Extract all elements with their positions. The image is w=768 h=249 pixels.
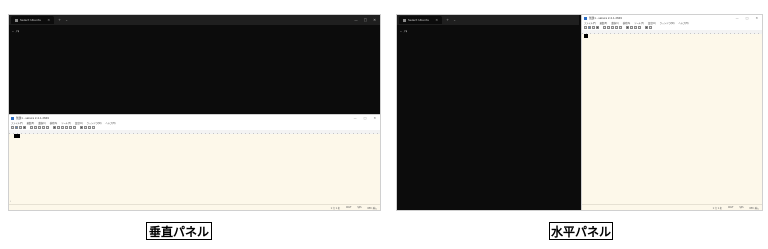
save-as-icon[interactable] (596, 26, 599, 29)
replace-icon[interactable] (634, 26, 637, 29)
editor-window-title: 無題1 - sakura 2.4.1.2849 (589, 17, 622, 20)
maximize-button[interactable]: □ (364, 18, 367, 22)
editor-text-area[interactable] (9, 134, 380, 205)
editor-pane-right[interactable]: 無題1 - sakura 2.4.1.2849 — □ ✕ ファイル(F) 編集… (581, 15, 762, 210)
status-position: 1 行 1 桁 (330, 206, 340, 210)
maximize-button[interactable]: □ (364, 116, 367, 120)
help-icon[interactable] (92, 126, 95, 129)
find-next-icon[interactable] (57, 126, 60, 129)
terminal-tab[interactable]: Select Ubuntu × (11, 16, 55, 24)
terminal-titlebar: Select Ubuntu × + ⌄ (397, 15, 579, 25)
terminal-tab[interactable]: Select Ubuntu × (399, 16, 443, 24)
open-file-icon[interactable] (588, 26, 591, 29)
chevron-down-icon[interactable]: ⌄ (65, 18, 68, 22)
new-file-icon[interactable] (584, 26, 587, 29)
vertical-panel-screenshot: Select Ubuntu × + ⌄ — □ ✕ ~ /$ 無題1 - sak… (8, 14, 381, 211)
status-line-end: CRLF (345, 206, 352, 209)
editor-window-title: 無題1 - sakura 2.4.1.2849 (16, 117, 49, 120)
status-line-end: CRLF (727, 206, 734, 209)
terminal-icon (403, 18, 406, 22)
jump-icon[interactable] (73, 126, 76, 129)
horizontal-panel-screenshot: Select Ubuntu × + ⌄ ~ /$ 無題1 - sakura 2.… (396, 14, 763, 211)
caption-horizontal-panel: 水平パネル (549, 222, 613, 240)
sakura-app-icon (584, 16, 587, 20)
open-file-icon[interactable] (15, 126, 18, 129)
compare-icon[interactable] (84, 126, 87, 129)
status-position: 1 行 1 桁 (712, 206, 722, 210)
editor-window-controls: — □ ✕ (354, 116, 380, 120)
grep-icon[interactable] (69, 126, 72, 129)
undo-icon[interactable] (30, 126, 33, 129)
close-button[interactable]: ✕ (373, 18, 376, 22)
settings-icon[interactable] (649, 26, 652, 29)
chevron-down-icon[interactable]: ⌄ (453, 18, 456, 22)
new-tab-button[interactable]: + (446, 18, 449, 22)
text-caret (584, 34, 588, 38)
editor-text-area[interactable] (582, 34, 762, 205)
paste-icon[interactable] (619, 26, 622, 29)
minimize-button[interactable]: — (736, 16, 739, 20)
save-as-icon[interactable] (23, 126, 26, 129)
terminal-pane-top[interactable]: ~ /$ (9, 25, 380, 112)
outline-icon[interactable] (80, 126, 83, 129)
paste-icon[interactable] (46, 126, 49, 129)
minimize-button[interactable]: — (354, 116, 357, 120)
find-icon[interactable] (53, 126, 56, 129)
find-prev-icon[interactable] (61, 126, 64, 129)
cut-icon[interactable] (611, 26, 614, 29)
text-caret (14, 134, 20, 138)
undo-icon[interactable] (603, 26, 606, 29)
window-controls: — □ ✕ (354, 18, 380, 22)
copy-icon[interactable] (615, 26, 618, 29)
caption-vertical-panel: 垂直パネル (146, 222, 212, 240)
close-button[interactable]: ✕ (755, 16, 758, 20)
status-encoding: SJIS (739, 206, 744, 209)
close-button[interactable]: ✕ (373, 116, 376, 120)
new-file-icon[interactable] (11, 126, 14, 129)
scroll-left-icon[interactable]: ‹ (10, 199, 11, 203)
redo-icon[interactable] (607, 26, 610, 29)
save-icon[interactable] (592, 26, 595, 29)
minimize-button[interactable]: — (354, 18, 358, 22)
redo-icon[interactable] (34, 126, 37, 129)
terminal-prompt: ~ /$ (12, 29, 20, 33)
editor-statusbar: 1 行 1 桁 CRLF SJIS REC 挿入 (9, 204, 380, 210)
editor-statusbar: 1 行 1 桁 CRLF SJIS REC 挿入 (582, 204, 762, 210)
settings-icon[interactable] (88, 126, 91, 129)
find-next-icon[interactable] (630, 26, 633, 29)
maximize-button[interactable]: □ (746, 16, 749, 20)
terminal-tab-title: Select Ubuntu (408, 18, 430, 22)
cut-icon[interactable] (38, 126, 41, 129)
outline-icon[interactable] (645, 26, 648, 29)
save-icon[interactable] (19, 126, 22, 129)
terminal-icon (15, 18, 18, 22)
terminal-tab-title: Select Ubuntu (20, 18, 42, 22)
close-tab-icon[interactable]: × (435, 18, 438, 22)
editor-pane-bottom[interactable]: 無題1 - sakura 2.4.1.2849 — □ ✕ ファイル(F) 編集… (9, 114, 380, 210)
status-mode: REC 挿入 (749, 206, 760, 210)
close-tab-icon[interactable]: × (47, 18, 50, 22)
status-mode: REC 挿入 (367, 206, 378, 210)
status-encoding: SJIS (357, 206, 362, 209)
new-tab-button[interactable]: + (58, 18, 61, 22)
sakura-app-icon (11, 116, 14, 120)
terminal-prompt: ~ /$ (400, 29, 408, 33)
replace-icon[interactable] (65, 126, 68, 129)
find-icon[interactable] (626, 26, 629, 29)
editor-window-controls: — □ ✕ (736, 16, 762, 20)
terminal-pane-left[interactable]: Select Ubuntu × + ⌄ ~ /$ (397, 15, 579, 210)
grep-icon[interactable] (638, 26, 641, 29)
terminal-titlebar: Select Ubuntu × + ⌄ — □ ✕ (9, 15, 380, 25)
copy-icon[interactable] (42, 126, 45, 129)
